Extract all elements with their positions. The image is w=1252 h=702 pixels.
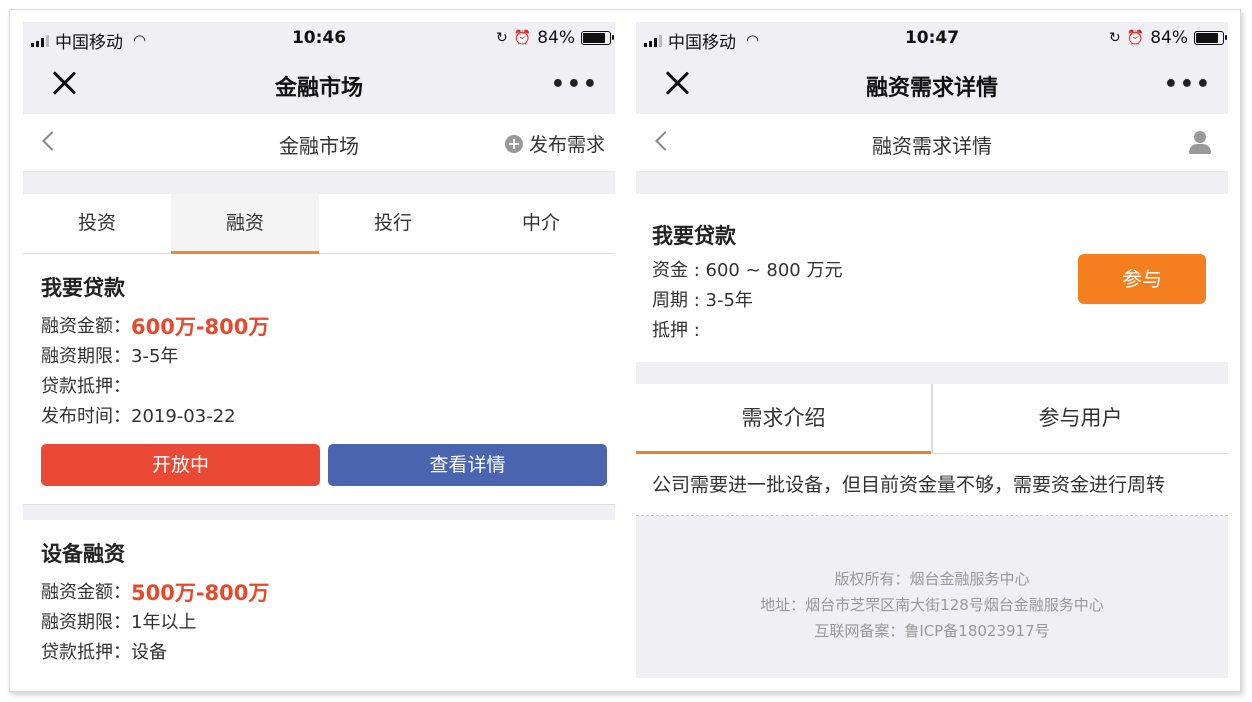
battery-percent: 84% — [537, 28, 575, 48]
amount-value: 600万-800万 — [131, 315, 270, 339]
date-label: 发布时间： — [41, 406, 131, 427]
page-header: 融资需求详情 — [636, 114, 1228, 172]
footer-address: 地址：烟台市芝罘区南大街128号烟台金融服务中心 — [760, 596, 1104, 614]
alarm-icon: ⏰ — [513, 30, 532, 46]
battery-percent: 84% — [1150, 28, 1188, 48]
more-icon[interactable]: ••• — [1164, 74, 1212, 96]
footer-icp: 互联网备案：鲁ICP备18023917号 — [814, 622, 1050, 640]
publish-demand-label: 发布需求 — [528, 134, 605, 156]
demand-intro-text: 公司需要进一批设备，但目前资金量不够，需要资金进行周转 — [636, 454, 1228, 516]
detail-collateral: 抵押 : — [652, 320, 700, 341]
term-label: 融资期限： — [41, 612, 131, 633]
status-bar: 中国移动 ◠ 10:46 ↻ ⏰ 84% — [23, 22, 615, 54]
amount-label: 融资金额： — [41, 316, 131, 337]
tab-participants[interactable]: 参与用户 — [933, 384, 1228, 453]
tab-agency[interactable]: 中介 — [467, 194, 615, 253]
plus-circle-icon: + — [504, 134, 523, 153]
user-icon[interactable] — [1188, 131, 1212, 155]
listing-card: 设备融资 融资金额： 500万-800万 融资期限： 1年以上 贷款抵押： 设备 — [23, 520, 615, 678]
wechat-title: 融资需求详情 — [865, 76, 998, 101]
term-value: 3-5年 — [131, 346, 179, 367]
collateral-label: 贷款抵押： — [41, 376, 131, 397]
footer-copyright: 版权所有：烟台金融服务中心 — [834, 570, 1030, 588]
date-value: 2019-03-22 — [131, 406, 236, 427]
amount-value: 500万-800万 — [131, 581, 270, 605]
listing-card: 我要贷款 融资金额： 600万-800万 融资期限： 3-5年 贷款抵押： 发布… — [23, 254, 615, 504]
battery-icon — [1194, 31, 1227, 45]
battery-icon — [581, 31, 614, 45]
tab-financing[interactable]: 融资 — [171, 194, 319, 254]
status-bar: 中国移动 ◠ 10:47 ↻ ⏰ 84% — [636, 22, 1228, 54]
view-details-button[interactable]: 查看详情 — [328, 444, 607, 486]
listing-title: 设备融资 — [41, 542, 125, 566]
rotation-lock-icon: ↻ — [496, 30, 508, 46]
collateral-value: 设备 — [131, 642, 167, 663]
collateral-label: 贷款抵押： — [41, 642, 131, 663]
amount-label: 融资金额： — [41, 582, 131, 603]
page-header: 金融市场 + 发布需求 — [23, 114, 615, 172]
rotation-lock-icon: ↻ — [1109, 30, 1121, 46]
more-icon[interactable]: ••• — [551, 74, 599, 96]
term-value: 1年以上 — [131, 612, 197, 633]
category-tabs: 投资 融资 投行 中介 — [23, 194, 615, 254]
publish-demand-button[interactable]: + 发布需求 — [504, 130, 605, 157]
wechat-nav-bar: 金融市场 ••• — [23, 54, 615, 114]
tab-invest[interactable]: 投资 — [23, 194, 171, 253]
join-button[interactable]: 参与 — [1078, 254, 1206, 304]
tab-demand-intro[interactable]: 需求介绍 — [636, 384, 933, 454]
wechat-nav-bar: 融资需求详情 ••• — [636, 54, 1228, 114]
open-status-button[interactable]: 开放中 — [41, 444, 320, 486]
listing-title: 我要贷款 — [41, 276, 125, 300]
term-label: 融资期限： — [41, 346, 131, 367]
phone-left-market: 中国移动 ◠ 10:46 ↻ ⏰ 84% 金融市场 ••• 金融市场 + 发布需… — [23, 22, 615, 678]
demand-detail: 我要贷款 资金 : 600 ~ 800 万元 周期 : 3-5年 抵押 : 参与 — [636, 194, 1228, 362]
detail-tabs: 需求介绍 参与用户 — [636, 384, 1228, 454]
phone-right-detail: 中国移动 ◠ 10:47 ↻ ⏰ 84% 融资需求详情 ••• 融资需求详情 我… — [636, 22, 1228, 678]
page-title: 融资需求详情 — [872, 134, 992, 158]
alarm-icon: ⏰ — [1126, 30, 1145, 46]
tab-investment-bank[interactable]: 投行 — [319, 194, 467, 253]
footer: 版权所有：烟台金融服务中心 地址：烟台市芝罘区南大街128号烟台金融服务中心 互… — [636, 516, 1228, 678]
wechat-title: 金融市场 — [274, 76, 363, 101]
detail-title: 我要贷款 — [652, 224, 736, 248]
